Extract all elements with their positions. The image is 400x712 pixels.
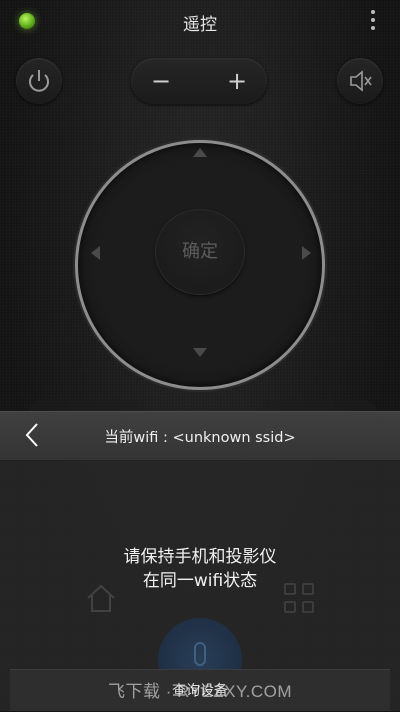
mic-icon bbox=[194, 642, 206, 666]
page-title: 遥控 bbox=[183, 15, 217, 35]
volume-up-button[interactable]: + bbox=[217, 63, 257, 99]
wifi-ssid-title: 当前wifi : <unknown ssid> bbox=[104, 430, 296, 446]
dpad-left-button[interactable] bbox=[91, 246, 100, 260]
ok-button[interactable]: 确定 bbox=[156, 210, 244, 294]
volume-down-button[interactable]: − bbox=[141, 63, 181, 99]
dpad-right-button[interactable] bbox=[302, 246, 311, 260]
mute-button[interactable] bbox=[337, 58, 383, 104]
message-line-2: 在同一wifi状态 bbox=[142, 571, 258, 591]
watermark: 飞下载 · RYEZXY.COM bbox=[107, 682, 292, 701]
power-button[interactable] bbox=[16, 58, 62, 104]
dpad-down-button[interactable] bbox=[193, 348, 207, 357]
mute-icon bbox=[350, 70, 372, 92]
more-menu-icon[interactable] bbox=[370, 10, 376, 32]
title-bar: 遥控 bbox=[0, 0, 400, 44]
wifi-instruction-message: 请保持手机和投影仪 在同一wifi状态 bbox=[0, 545, 400, 593]
power-icon bbox=[29, 70, 49, 92]
dpad-up-button[interactable] bbox=[193, 148, 207, 157]
message-line-1: 请保持手机和投影仪 bbox=[123, 547, 277, 567]
volume-control: − + bbox=[131, 58, 267, 104]
